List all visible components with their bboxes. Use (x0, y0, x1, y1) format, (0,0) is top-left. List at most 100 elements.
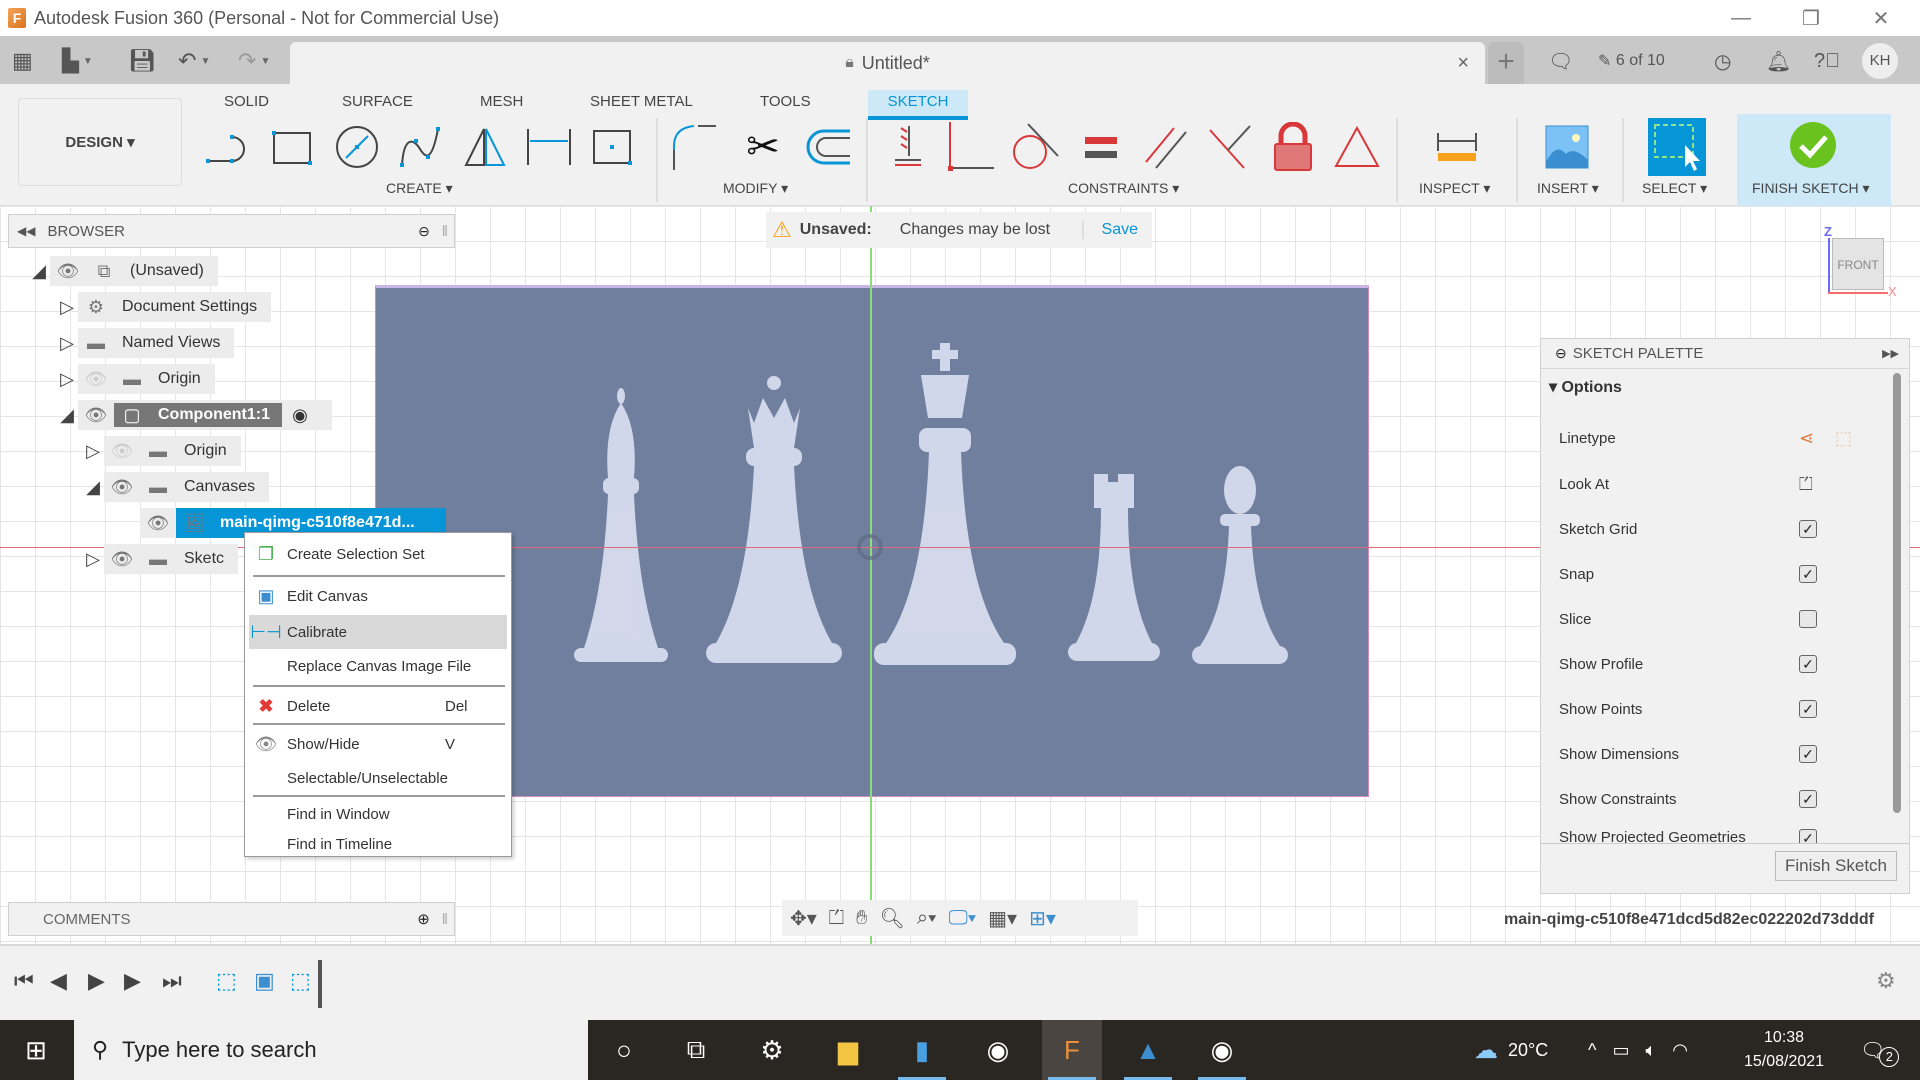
viewport[interactable]: ⚠ Unsaved: Changes may be lost Save ◀◀ B… (0, 206, 1920, 944)
mirror-icon[interactable] (458, 122, 512, 172)
weather-widget[interactable]: ☁ 20°C (1474, 1020, 1548, 1080)
eye-hidden-icon[interactable]: 👁︎ (78, 369, 114, 390)
pan-hand-icon[interactable]: ✋︎ (856, 907, 867, 930)
clock-icon[interactable]: ◷ (1714, 46, 1731, 76)
create-group-label[interactable]: CREATE ▾ (386, 180, 453, 197)
tab-tools[interactable]: TOOLS (748, 90, 823, 120)
browser-minimize-icon[interactable]: ⊖ (418, 223, 430, 240)
palette-scrollbar[interactable] (1893, 373, 1901, 813)
select-group-label[interactable]: SELECT ▾ (1642, 180, 1707, 197)
tree-item-document-settings[interactable]: ▷ ⚙ Document Settings (56, 292, 272, 322)
inspect-group-label[interactable]: INSPECT ▾ (1419, 180, 1490, 197)
activate-radio-icon[interactable]: ◉ (282, 405, 318, 426)
timeline-sketch-icon[interactable]: ⬚ (216, 968, 237, 994)
menu-item-calibrate[interactable]: ⊢⊣ Calibrate (249, 615, 507, 649)
new-tab-button[interactable]: + (1488, 42, 1524, 84)
insert-group-label[interactable]: INSERT ▾ (1537, 180, 1599, 197)
photos-icon[interactable]: ▲ (1118, 1020, 1178, 1080)
undo-button[interactable]: ↶ ▼ (178, 46, 210, 76)
job-status-button[interactable]: ✎︎ 6 of 10 (1598, 46, 1665, 76)
expand-triangle-icon[interactable]: ▷ (56, 297, 78, 318)
tab-sheet-metal[interactable]: SHEET METAL (578, 90, 705, 120)
lock-constraint-icon[interactable] (1266, 122, 1320, 172)
close-tab-button[interactable]: × (1457, 52, 1469, 75)
viewcube-face-front[interactable]: FRONT (1832, 238, 1884, 290)
show-constraints-checkbox[interactable]: ✓ (1799, 790, 1817, 808)
show-profile-checkbox[interactable]: ✓ (1799, 655, 1817, 673)
tangent-icon[interactable] (1008, 122, 1062, 172)
file-explorer-icon[interactable]: ▆ (818, 1020, 878, 1080)
menu-item-replace-image[interactable]: Replace Canvas Image File (249, 649, 507, 683)
look-at-icon[interactable]: ⏍ (1799, 474, 1813, 495)
close-window-button[interactable]: ✕ (1846, 0, 1916, 36)
menu-item-create-selection-set[interactable]: ❐ Create Selection Set (249, 537, 507, 571)
circle-icon[interactable] (330, 122, 384, 172)
tree-item-root[interactable]: ◢ 👁︎ ⧉ (Unsaved) (28, 256, 218, 286)
sketch-grid-checkbox[interactable]: ✓ (1799, 520, 1817, 538)
help-icon[interactable]: ?⃝ (1814, 46, 1840, 76)
eye-icon[interactable]: 👁︎ (140, 513, 176, 534)
tree-item-sketches[interactable]: ▷ 👁︎ ▬ Sketc (82, 544, 239, 574)
collapse-browser-icon[interactable]: ◀◀ (17, 224, 35, 238)
rectangle-icon[interactable] (266, 122, 320, 172)
chrome-icon[interactable]: ◉ (968, 1020, 1028, 1080)
modify-group-label[interactable]: MODIFY ▾ (723, 180, 788, 197)
timeline-canvas-icon[interactable]: ▣ (254, 968, 275, 994)
construction-linetype-icon[interactable]: ⋖ (1799, 428, 1814, 449)
file-menu-button[interactable]: ▙ ▼ (62, 46, 93, 76)
zoom-icon[interactable]: 🔍︎ (879, 906, 904, 931)
task-view-icon[interactable]: ⧉ (666, 1020, 726, 1080)
restore-button[interactable]: ❐ (1776, 0, 1846, 36)
dimension-icon[interactable] (522, 122, 576, 172)
minimize-button[interactable]: — (1706, 0, 1776, 36)
grid-settings-icon[interactable]: ▦▾ (988, 906, 1017, 931)
spline-icon[interactable] (394, 122, 448, 172)
menu-item-selectable[interactable]: Selectable/Unselectable (249, 761, 507, 795)
look-at-icon[interactable]: ⏍ (829, 907, 844, 930)
wifi-icon[interactable]: ◠ (1672, 1040, 1688, 1061)
volume-icon[interactable]: 🔈︎ (1645, 1040, 1656, 1061)
insert-image-icon[interactable] (1540, 122, 1594, 172)
panel-drag-handle[interactable]: ‖ (442, 911, 448, 928)
trim-icon[interactable]: ✂︎ (736, 122, 790, 172)
timeline-marker[interactable] (318, 960, 322, 1008)
chrome-icon[interactable]: ◉ (1192, 1020, 1252, 1080)
slice-checkbox[interactable] (1799, 610, 1817, 628)
step-back-icon[interactable]: ◀ (50, 968, 67, 994)
menu-item-show-hide[interactable]: 👁︎ Show/Hide V (249, 727, 507, 761)
tree-item-origin[interactable]: ▷ 👁︎ ▬ Origin (56, 364, 215, 394)
collapse-triangle-icon[interactable]: ◢ (56, 405, 78, 426)
fit-zoom-window-icon[interactable]: ⌕▾ (917, 907, 937, 930)
tab-solid[interactable]: SOLID (212, 90, 281, 120)
perpendicular-icon[interactable] (1202, 122, 1256, 172)
menu-item-find-in-window[interactable]: Find in Window (249, 797, 507, 831)
fillet-icon[interactable] (668, 122, 722, 172)
eye-icon[interactable]: 👁︎ (104, 477, 140, 498)
constraints-group-label[interactable]: CONSTRAINTS ▾ (1068, 180, 1179, 197)
play-icon[interactable]: ▶ (88, 968, 105, 994)
finish-sketch-check-icon[interactable] (1786, 120, 1840, 170)
settings-gear-icon[interactable]: ⚙ (742, 1020, 802, 1080)
coincident-icon[interactable] (944, 122, 998, 172)
timeline-sketch-icon[interactable]: ⬚ (290, 968, 311, 994)
go-to-start-icon[interactable]: ⏮ (14, 968, 34, 994)
workspace-switcher[interactable]: DESIGN ▾ (18, 98, 182, 186)
eye-icon[interactable]: 👁︎ (104, 549, 140, 570)
panel-drag-handle[interactable]: ‖ (442, 223, 448, 240)
taskbar-search-box[interactable]: ⚲ Type here to search (74, 1020, 588, 1080)
viewports-icon[interactable]: ⊞▾ (1029, 906, 1056, 931)
battery-icon[interactable]: ▭ (1612, 1040, 1629, 1061)
eye-icon[interactable]: 👁︎ (50, 261, 86, 282)
expand-triangle-icon[interactable]: ▷ (82, 441, 104, 462)
expand-triangle-icon[interactable]: ▷ (82, 549, 104, 570)
measure-icon[interactable] (1430, 122, 1484, 172)
cortana-icon[interactable]: ○ (594, 1020, 654, 1080)
display-settings-icon[interactable]: 🖵▾ (948, 907, 976, 930)
equal-icon[interactable] (1074, 122, 1128, 172)
orbit-icon[interactable]: ✥▾ (790, 906, 817, 931)
show-dimensions-checkbox[interactable]: ✓ (1799, 745, 1817, 763)
options-section-header[interactable]: ▾ Options (1549, 377, 1622, 397)
tab-surface[interactable]: SURFACE (330, 90, 425, 120)
menu-item-delete[interactable]: ✖ Delete Del (249, 689, 507, 723)
fix-icon[interactable] (880, 122, 934, 172)
